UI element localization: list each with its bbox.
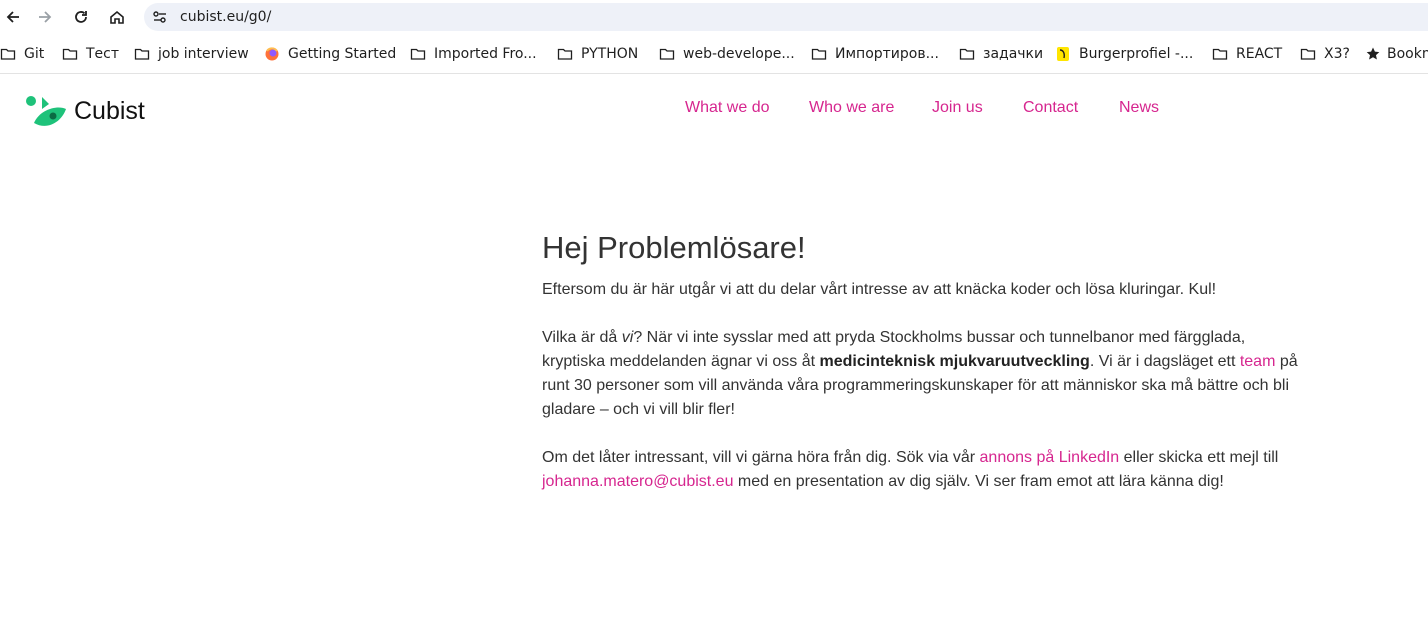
folder-icon — [1212, 48, 1228, 60]
page-heading: Hej Problemlösare! — [542, 230, 806, 265]
burger-lion-icon — [1057, 47, 1069, 61]
bookmark-label: X3? — [1324, 46, 1350, 62]
address-bar[interactable]: cubist.eu/g0/ — [144, 3, 1428, 31]
bookmark-label: Imported Fro... — [434, 46, 537, 62]
bookmark-label: задачки — [983, 46, 1044, 62]
arrow-left-icon — [6, 11, 19, 23]
folder-icon — [659, 48, 675, 60]
cubist-logo[interactable]: Cubist — [26, 95, 166, 131]
forward-button[interactable] — [32, 4, 58, 30]
bookmark-imported[interactable]: Imported Fro... — [410, 44, 537, 64]
bold-text: medicinteknisk mjukvaruutveckling — [819, 353, 1090, 370]
nav-news[interactable]: News — [1119, 99, 1159, 117]
site-settings-icon[interactable] — [152, 9, 168, 25]
bookmark-label: Тест — [86, 46, 120, 62]
bookmark-git[interactable]: Git — [0, 44, 44, 64]
team-link[interactable]: team — [1240, 353, 1276, 370]
bookmark-label: Bookm — [1387, 46, 1428, 62]
bookmark-label: Git — [24, 46, 45, 62]
bookmark-label: web-develope... — [683, 46, 795, 62]
bookmark-imported-ru[interactable]: Импортиров... — [811, 44, 939, 64]
star-icon — [1366, 47, 1380, 60]
home-button[interactable] — [104, 4, 130, 30]
bookmark-react[interactable]: REACT — [1212, 44, 1282, 64]
folder-icon — [134, 48, 150, 60]
browser-toolbar: cubist.eu/g0/ — [0, 0, 1428, 34]
folder-icon — [811, 48, 827, 60]
bookmark-x3[interactable]: X3? — [1300, 44, 1350, 64]
url-text[interactable]: cubist.eu/g0/ — [180, 9, 271, 25]
bookmark-bookmarks[interactable]: Bookm — [1365, 44, 1428, 64]
bookmark-label: Getting Started — [288, 46, 397, 62]
text-segment: . Vi är i dagsläget ett — [1089, 353, 1240, 370]
nav-who-we-are[interactable]: Who we are — [809, 99, 894, 117]
nav-contact[interactable]: Contact — [1023, 99, 1078, 117]
bookmark-web-developer[interactable]: web-develope... — [659, 44, 795, 64]
folder-icon — [557, 48, 573, 60]
text-segment: eller skicka ett mejl till — [1119, 449, 1279, 466]
bookmark-getting-started[interactable]: Getting Started — [264, 44, 396, 64]
folder-icon — [959, 48, 975, 60]
reload-button[interactable] — [68, 4, 94, 30]
text-segment: Vilka är då — [542, 329, 622, 346]
folder-icon — [410, 48, 426, 60]
nav-join-us[interactable]: Join us — [932, 99, 983, 117]
back-button[interactable] — [0, 4, 26, 30]
bookmarks-bar: Git Тест job interview Getting Started I… — [0, 36, 1428, 72]
arrow-right-icon — [39, 11, 52, 23]
emphasis-text: vi — [621, 329, 634, 346]
intro-paragraph: Eftersom du är här utgår vi att du delar… — [542, 281, 1217, 298]
firefox-icon — [265, 47, 279, 61]
text-segment: Om det låter intressant, vill vi gärna h… — [542, 449, 980, 466]
about-paragraph: Vilka är då vi? När vi inte sysslar med … — [542, 326, 1302, 422]
bookmark-burgerprofiel[interactable]: Burgerprofiel -... — [1055, 44, 1193, 64]
contact-paragraph: Om det låter intressant, vill vi gärna h… — [542, 446, 1302, 494]
reload-icon — [75, 11, 87, 23]
nav-what-we-do[interactable]: What we do — [685, 99, 769, 117]
cubist-logo-icon — [26, 96, 66, 126]
text-segment: med en presentation av dig själv. Vi ser… — [733, 473, 1224, 490]
bookmark-label: Импортиров... — [835, 46, 939, 62]
bookmark-test[interactable]: Тест — [62, 44, 119, 64]
folder-icon — [1300, 48, 1316, 60]
linkedin-ad-link[interactable]: annons på LinkedIn — [980, 449, 1120, 466]
bookmark-label: REACT — [1236, 46, 1283, 62]
main-content: Hej Problemlösare! Eftersom du är här ut… — [542, 228, 1302, 518]
bookmark-job-interview[interactable]: job interview — [134, 44, 249, 64]
bookmark-label: Burgerprofiel -... — [1079, 46, 1194, 62]
bookmark-label: job interview — [158, 46, 249, 62]
bookmark-label: PYTHON — [581, 46, 639, 62]
toolbar-divider — [0, 73, 1428, 74]
folder-icon — [62, 48, 78, 60]
home-icon — [110, 10, 124, 24]
bookmark-zadachki[interactable]: задачки — [959, 44, 1043, 64]
logo-text: Cubist — [74, 97, 145, 125]
email-link[interactable]: johanna.matero@cubist.eu — [542, 473, 733, 490]
bookmark-python[interactable]: PYTHON — [557, 44, 638, 64]
folder-icon — [0, 48, 16, 60]
